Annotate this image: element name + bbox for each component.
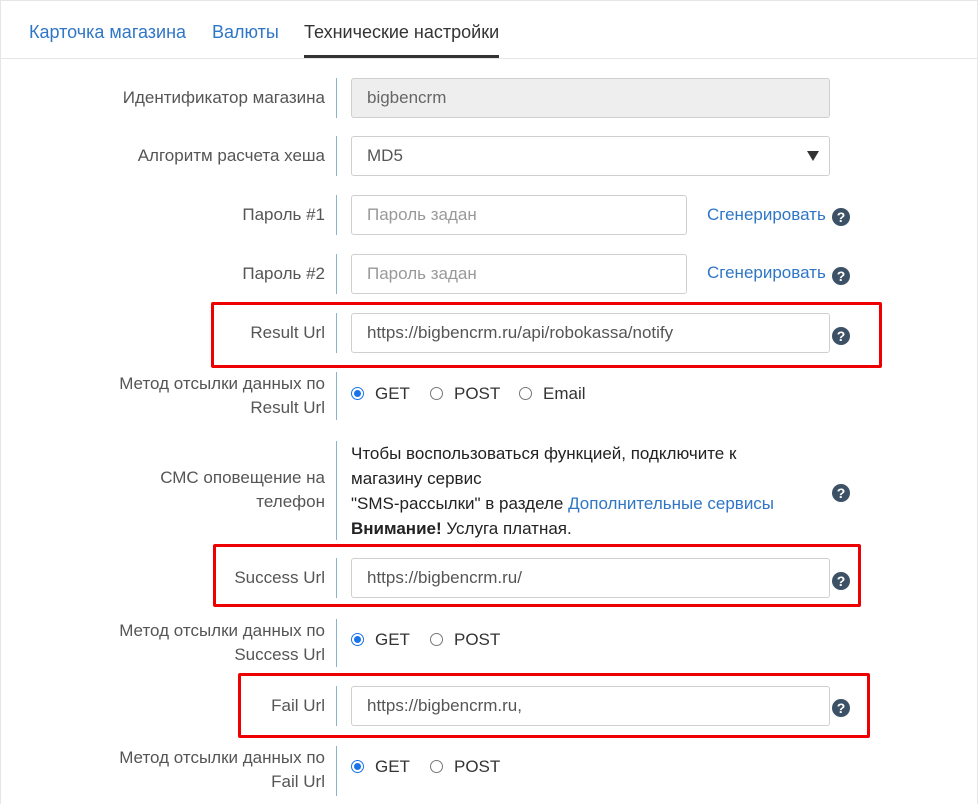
divider — [336, 558, 337, 598]
radio-label: POST — [454, 630, 501, 649]
success-method-label-line2: Success Url — [234, 645, 325, 664]
sms-label-line1: СМС оповещение на — [160, 468, 325, 487]
radio-label: POST — [454, 384, 501, 403]
additional-services-link[interactable]: Дополнительные сервисы — [568, 494, 774, 513]
tab-currencies[interactable]: Валюты — [212, 22, 279, 43]
sms-warning: Внимание! Услуга платная. — [351, 516, 821, 541]
tab-shop-card[interactable]: Карточка магазина — [29, 22, 186, 43]
radio-label: GET — [375, 630, 410, 649]
divider — [336, 686, 337, 726]
sms-warning-bold: Внимание! — [351, 519, 442, 538]
sms-text-prefix: "SMS-рассылки" в разделе — [351, 494, 569, 513]
success-method-label-line1: Метод отсылки данных по — [119, 621, 325, 640]
divider — [336, 313, 337, 353]
help-icon[interactable]: ? — [832, 699, 850, 717]
fail-url-input[interactable]: https://bigbencrm.ru, — [351, 686, 830, 726]
hash-algo-label: Алгоритм расчета хеша — [137, 146, 325, 165]
hash-algo-value: MD5 — [367, 146, 403, 165]
divider — [336, 372, 337, 420]
help-icon[interactable]: ? — [832, 572, 850, 590]
fail-method-label-line2: Fail Url — [271, 772, 325, 791]
sms-warning-text: Услуга платная. — [441, 519, 572, 538]
shop-id-input: bigbencrm — [351, 78, 830, 118]
radio-label: POST — [454, 757, 501, 776]
divider — [336, 254, 337, 294]
radio-unchecked-icon — [430, 387, 443, 400]
hash-algo-select[interactable]: MD5 — [351, 136, 830, 176]
sms-text-line: магазину сервис — [351, 469, 482, 488]
radio-label: Email — [543, 384, 586, 403]
divider — [336, 136, 337, 176]
result-method-label-line1: Метод отсылки данных по — [119, 374, 325, 393]
result-method-label-line2: Result Url — [250, 398, 325, 417]
sms-text-line: Чтобы воспользоваться функцией, подключи… — [351, 444, 737, 463]
sms-info-text: Чтобы воспользоваться функцией, подключи… — [351, 441, 821, 541]
password1-generate-link[interactable]: Сгенерировать — [707, 205, 826, 225]
success-url-label: Success Url — [234, 568, 325, 587]
success-url-input[interactable]: https://bigbencrm.ru/ — [351, 558, 830, 598]
divider — [336, 195, 337, 235]
radio-label: GET — [375, 757, 410, 776]
fail-method-label-line1: Метод отсылки данных по — [119, 748, 325, 767]
radio-unchecked-icon — [430, 760, 443, 773]
radio-label: GET — [375, 384, 410, 403]
result-url-label: Result Url — [250, 323, 325, 342]
password2-label: Пароль #2 — [242, 264, 325, 283]
radio-checked-icon — [351, 760, 364, 773]
help-icon[interactable]: ? — [832, 267, 850, 285]
fail-url-label: Fail Url — [271, 696, 325, 715]
help-icon[interactable]: ? — [832, 208, 850, 226]
radio-unchecked-icon — [430, 633, 443, 646]
password1-label: Пароль #1 — [242, 205, 325, 224]
divider — [336, 441, 337, 540]
divider — [336, 746, 337, 796]
sms-text-line: "SMS-рассылки" в разделе Дополнительные … — [351, 491, 821, 516]
divider — [336, 78, 337, 118]
shop-id-label: Идентификатор магазина — [122, 88, 325, 107]
tab-bar: Карточка магазина Валюты Технические нас… — [0, 0, 977, 59]
password1-input[interactable]: Пароль задан — [351, 195, 687, 235]
help-icon[interactable]: ? — [832, 484, 850, 502]
tab-technical-settings[interactable]: Технические настройки — [304, 22, 499, 43]
help-icon[interactable]: ? — [832, 327, 850, 345]
divider — [336, 619, 337, 667]
caret-down-icon — [807, 151, 819, 161]
radio-unchecked-icon — [519, 387, 532, 400]
radio-checked-icon — [351, 633, 364, 646]
result-url-input[interactable]: https://bigbencrm.ru/api/robokassa/notif… — [351, 313, 830, 353]
sms-label-line2: телефон — [256, 492, 325, 511]
radio-checked-icon — [351, 387, 364, 400]
active-tab-indicator — [304, 55, 499, 58]
password2-generate-link[interactable]: Сгенерировать — [707, 263, 826, 283]
password2-input[interactable]: Пароль задан — [351, 254, 687, 294]
